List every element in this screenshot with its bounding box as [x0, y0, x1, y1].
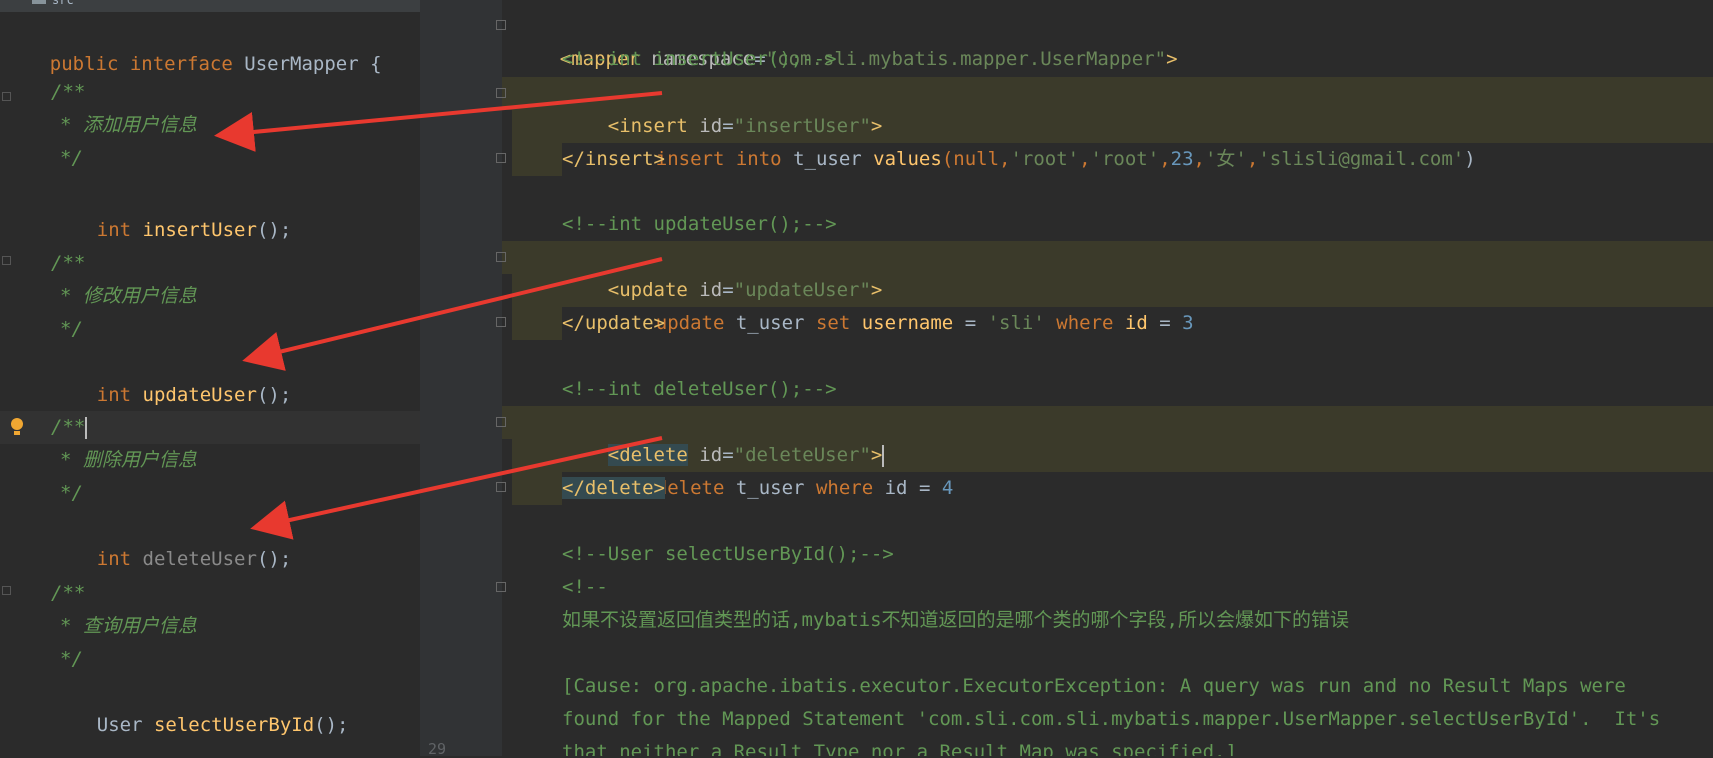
method-insert-user[interactable]: int insertUser();: [51, 181, 292, 241]
javadoc-close: */: [60, 482, 83, 504]
fold-marker[interactable]: [496, 20, 506, 30]
fold-marker[interactable]: [496, 252, 506, 262]
fold-marker[interactable]: [496, 482, 506, 492]
delete-close-highlight: [512, 472, 562, 505]
fold-marker[interactable]: [2, 92, 11, 101]
javadoc-open: /**: [51, 252, 86, 274]
delete-open-tag[interactable]: <delete id="deleteUser">: [562, 406, 885, 467]
insert-close-highlight: [512, 143, 562, 176]
javadoc-close: */: [60, 318, 83, 340]
line-number: 29: [428, 740, 447, 758]
xml-note-line: 如果不设置返回值类型的话,mybatis不知道返回的是哪个类的哪个字段,所以会爆…: [562, 609, 1349, 631]
insert-open-tag[interactable]: <insert id="insertUser">: [562, 77, 883, 137]
xml-comment-block-open: <!--: [562, 576, 608, 598]
method-select-user-by-id[interactable]: User selectUserById();: [51, 676, 349, 736]
editor-gutter: 29: [420, 0, 490, 758]
javadoc-close: */: [60, 648, 83, 670]
update-sql[interactable]: update t_user set username = 'sli' where…: [610, 274, 1194, 334]
javadoc-close: */: [60, 147, 83, 169]
java-editor-pane[interactable]: src public interface UserMapper { /** * …: [0, 0, 490, 756]
fold-marker[interactable]: [496, 582, 506, 592]
text-caret: [85, 416, 88, 439]
insert-close-tag[interactable]: </insert>: [562, 143, 665, 176]
interface-declaration[interactable]: public interface UserMapper {: [0, 15, 382, 75]
update-open-tag[interactable]: <update id="updateUser">: [562, 241, 883, 301]
update-close-highlight: [512, 307, 562, 340]
javadoc-open: /**: [51, 582, 86, 604]
method-update-user[interactable]: int updateUser();: [51, 346, 292, 406]
fold-marker[interactable]: [2, 586, 11, 595]
javadoc-comment-insert: * 添加用户信息: [60, 114, 197, 136]
folder-label: src: [52, 0, 74, 7]
xml-comment-select: <!--User selectUserById();-->: [562, 543, 894, 565]
fold-marker[interactable]: [496, 417, 506, 427]
mapper-open-tag[interactable]: <mapper namespace="com.sli.mybatis.mappe…: [514, 10, 1178, 70]
delete-close-tag[interactable]: </delete>: [562, 472, 665, 505]
xml-error-line-2: found for the Mapped Statement 'com.sli.…: [562, 708, 1661, 730]
xml-error-line-3: that neither a Result Type nor a Result …: [562, 741, 1237, 756]
fold-marker[interactable]: [2, 256, 11, 265]
update-close-tag[interactable]: </update>: [562, 307, 665, 340]
insert-sql[interactable]: insert into t_user values(null,'root','r…: [610, 110, 1476, 170]
method-delete-user[interactable]: int deleteUser();: [51, 510, 292, 570]
lightbulb-icon[interactable]: [10, 418, 24, 436]
javadoc-comment-delete: * 删除用户信息: [60, 449, 197, 471]
project-tree-strip: src: [0, 0, 420, 12]
javadoc-comment-update: * 修改用户信息: [60, 285, 197, 307]
javadoc-open: /**: [51, 81, 86, 103]
xml-editor-pane[interactable]: <mapper namespace="com.sli.mybatis.mappe…: [502, 0, 1713, 756]
folder-icon: [32, 0, 46, 4]
javadoc-open-current[interactable]: /**: [51, 411, 88, 444]
javadoc-comment-select: * 查询用户信息: [60, 615, 197, 637]
xml-comment-update: <!--int updateUser();-->: [562, 213, 837, 235]
delete-sql[interactable]: delete t_user where id = 4: [610, 439, 954, 499]
xml-comment-insert: <!--int insertUser();-->: [562, 48, 837, 70]
fold-marker[interactable]: [496, 153, 506, 163]
fold-marker[interactable]: [496, 88, 506, 98]
split-divider[interactable]: [490, 0, 502, 756]
xml-error-line-1: [Cause: org.apache.ibatis.executor.Execu…: [562, 675, 1626, 697]
fold-marker[interactable]: [496, 317, 506, 327]
xml-comment-delete: <!--int deleteUser();-->: [562, 378, 837, 400]
